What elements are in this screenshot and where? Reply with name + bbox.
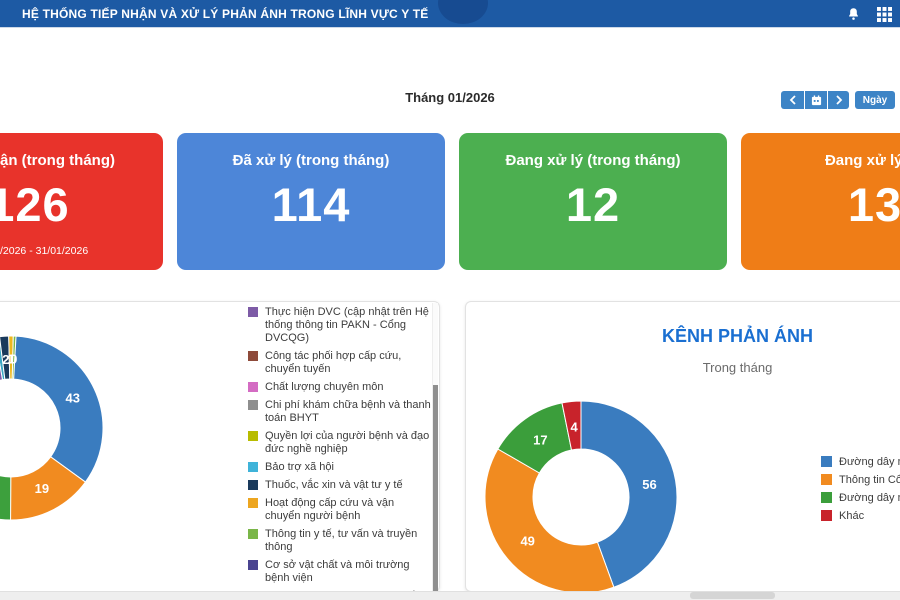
legend-item[interactable]: Hoạt động cấp cứu và vận chuyển người bệ… bbox=[248, 497, 432, 523]
stat-card-title: ận (trong tháng) bbox=[0, 152, 115, 169]
date-navigation: Ngày bbox=[781, 91, 900, 109]
stat-card-title: Đã xử lý (trong tháng) bbox=[232, 152, 390, 169]
legend-item[interactable]: Đường dây nóng bbox=[821, 492, 900, 504]
header-bar: HỆ THỐNG TIẾP NHẬN VÀ XỬ LÝ PHẢN ÁNH TRO… bbox=[0, 0, 900, 28]
stat-card-processed: Đã xử lý (trong tháng) 114 bbox=[177, 133, 445, 270]
next-period-button[interactable] bbox=[828, 91, 849, 109]
donut-data-label: 0 bbox=[10, 352, 17, 367]
donut-data-label: 4 bbox=[570, 420, 578, 435]
stat-card-in-progress-cumulative: Đang xử lý (Tí 13 bbox=[741, 133, 900, 270]
stat-card-value: 12 bbox=[565, 178, 621, 231]
stat-card-value: 13 bbox=[847, 178, 900, 231]
donut-data-label: 19 bbox=[35, 481, 49, 496]
legend-label: Thực hiện DVC (cập nhật trên Hệ thống th… bbox=[265, 306, 429, 344]
legend-scrollbar-thumb[interactable] bbox=[433, 385, 438, 591]
legend-label: Công tác phối hợp cấp cứu, chuyển tuyến bbox=[265, 350, 402, 375]
legend-swatch bbox=[248, 480, 258, 490]
stat-card-received: ận (trong tháng) 126 /2026 - 31/01/2026 bbox=[0, 133, 163, 270]
donut-data-label: 49 bbox=[520, 534, 534, 549]
legend-label: Chi phí khám chữa bệnh và thanh toán BHY… bbox=[265, 399, 431, 424]
legend-swatch bbox=[248, 498, 258, 508]
stat-card-value: 114 bbox=[271, 178, 351, 231]
day-view-button[interactable]: Ngày bbox=[855, 91, 895, 109]
legend-label: Thông tin y tế, tư vấn và truyền thông bbox=[265, 528, 418, 553]
channels-donut-chart: 56 49 17 4 bbox=[484, 400, 678, 594]
legend-item[interactable]: Chất lượng chuyên môn bbox=[248, 381, 432, 394]
topics-legend: Thực hiện DVC (cập nhật trên Hệ thống th… bbox=[248, 306, 432, 591]
stat-card-in-progress: Đang xử lý (trong tháng) 12 bbox=[459, 133, 727, 270]
legend-label: Quyền lợi của người bệnh và đạo đức nghề… bbox=[265, 430, 430, 455]
legend-swatch bbox=[248, 560, 258, 570]
stat-card-date-range: /2026 - 31/01/2026 bbox=[0, 245, 89, 257]
page-hscrollbar-thumb[interactable] bbox=[690, 592, 775, 599]
legend-swatch bbox=[821, 474, 832, 485]
legend-swatch bbox=[248, 462, 258, 472]
donut-slice[interactable] bbox=[484, 448, 615, 594]
bell-icon[interactable] bbox=[846, 7, 861, 22]
chevron-left-icon bbox=[789, 95, 796, 105]
donut-slice[interactable] bbox=[0, 431, 12, 521]
legend-swatch bbox=[248, 431, 258, 441]
legend-item[interactable]: Thông tin y tế, tư vấn và truyền thông bbox=[248, 528, 432, 554]
legend-label: Bảo trợ xã hội bbox=[265, 461, 334, 473]
legend-label: Đường dây nóng bbox=[839, 456, 900, 468]
legend-item[interactable]: Bảo trợ xã hội bbox=[248, 461, 432, 474]
legend-item[interactable]: Chi phí khám chữa bệnh và thanh toán BHY… bbox=[248, 399, 432, 425]
calendar-button[interactable] bbox=[805, 91, 827, 109]
legend-swatch bbox=[248, 351, 258, 361]
legend-swatch bbox=[248, 529, 258, 539]
legend-label: Hoạt động cấp cứu và vận chuyển người bệ… bbox=[265, 497, 395, 522]
stat-card-title: Đang xử lý (trong tháng) bbox=[505, 152, 681, 169]
donut-data-label: 17 bbox=[533, 432, 547, 447]
legend-label: Chất lượng chuyên môn bbox=[265, 381, 384, 393]
calendar-icon bbox=[811, 94, 821, 105]
legend-item[interactable]: Cơ sở vật chất và môi trường bệnh viện bbox=[248, 559, 432, 585]
donut-slice[interactable] bbox=[13, 335, 104, 483]
donut-data-label: 43 bbox=[65, 391, 79, 406]
period-title: Tháng 01/2026 bbox=[405, 90, 495, 105]
donut-data-label: 56 bbox=[642, 477, 656, 492]
legend-swatch bbox=[821, 492, 832, 503]
stat-card-value: 126 bbox=[0, 178, 70, 231]
legend-swatch bbox=[821, 510, 832, 521]
channels-legend: Đường dây nóng Thông tin Cổng Đường dây nó… bbox=[821, 456, 900, 528]
legend-swatch bbox=[821, 456, 832, 467]
legend-label: Thuốc, vắc xin và vật tư y tế bbox=[265, 479, 403, 491]
legend-label: Khác bbox=[839, 510, 865, 522]
stat-card-title: Đang xử lý (Tí bbox=[824, 152, 900, 169]
prev-period-button[interactable] bbox=[781, 91, 804, 109]
legend-item[interactable]: Khác bbox=[821, 510, 900, 522]
legend-item[interactable]: Thực hiện DVC (cập nhật trên Hệ thống th… bbox=[248, 306, 432, 345]
app-title: HỆ THỐNG TIẾP NHẬN VÀ XỬ LÝ PHẢN ÁNH TRO… bbox=[22, 7, 429, 21]
apps-grid-icon[interactable] bbox=[877, 6, 892, 22]
legend-swatch bbox=[248, 400, 258, 410]
legend-item[interactable]: Công tác phối hợp cấp cứu, chuyển tuyến bbox=[248, 350, 432, 376]
legend-item[interactable]: Thông tin Cổng bbox=[821, 474, 900, 486]
legend-item[interactable]: Quyền lợi của người bệnh và đạo đức nghề… bbox=[248, 430, 432, 456]
channels-panel-title: KÊNH PHẢN ÁNH bbox=[661, 326, 813, 346]
legend-swatch bbox=[248, 382, 258, 392]
channels-panel-subtitle: Trong tháng bbox=[702, 360, 773, 375]
topics-donut-chart: 2104319 bbox=[0, 335, 104, 521]
legend-label: Thông tin Cổng bbox=[839, 474, 900, 486]
legend-item[interactable]: Đường dây nóng bbox=[821, 456, 900, 468]
legend-label: Cơ sở vật chất và môi trường bệnh viện bbox=[265, 559, 410, 584]
legend-swatch bbox=[248, 307, 258, 317]
header-decorative-circle bbox=[438, 0, 488, 24]
legend-item[interactable]: Thuốc, vắc xin và vật tư y tế bbox=[248, 479, 432, 492]
legend-label: Đường dây nóng bbox=[839, 492, 900, 504]
chevron-right-icon bbox=[835, 95, 842, 105]
